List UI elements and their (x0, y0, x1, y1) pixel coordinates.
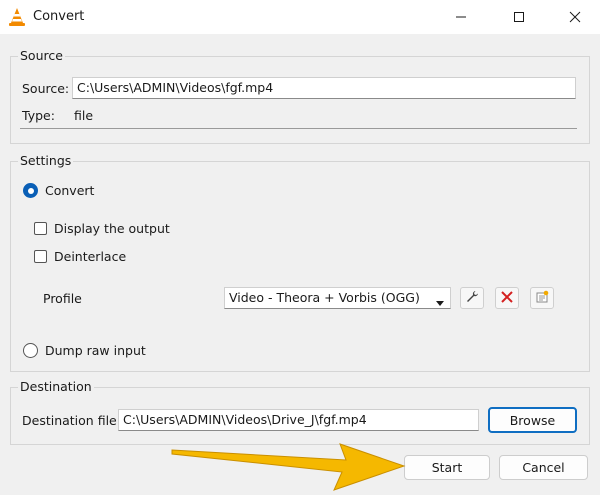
start-button[interactable]: Start (404, 455, 490, 480)
profile-select[interactable]: Video - Theora + Vorbis (OGG) (224, 287, 451, 309)
edit-profile-button[interactable] (460, 287, 484, 309)
maximize-icon (513, 11, 525, 23)
type-label: Type: (22, 108, 55, 123)
close-button[interactable] (552, 0, 598, 34)
delete-icon (500, 290, 514, 307)
annotation-arrow-icon (168, 438, 413, 492)
type-underline (20, 128, 577, 129)
dump-raw-label: Dump raw input (45, 343, 146, 358)
new-profile-button[interactable] (530, 287, 554, 309)
destination-file-field[interactable]: C:\Users\ADMIN\Videos\Drive_J\fgf.mp4 (118, 409, 479, 431)
source-group-label: Source (18, 48, 65, 63)
browse-button[interactable]: Browse (488, 407, 577, 433)
vlc-cone-icon (8, 7, 26, 27)
minimize-icon (455, 11, 467, 23)
display-output-label: Display the output (54, 221, 170, 236)
type-value: file (74, 108, 94, 123)
source-group (10, 56, 590, 144)
source-label: Source: (22, 81, 70, 96)
settings-group-label: Settings (18, 153, 74, 168)
destination-file-label: Destination file: (22, 413, 121, 428)
convert-radio[interactable] (23, 183, 38, 198)
wrench-icon (465, 290, 479, 307)
source-field[interactable]: C:\Users\ADMIN\Videos\fgf.mp4 (72, 77, 576, 99)
deinterlace-label: Deinterlace (54, 249, 127, 264)
delete-profile-button[interactable] (495, 287, 519, 309)
settings-group (10, 161, 590, 372)
cancel-button[interactable]: Cancel (499, 455, 588, 480)
chevron-down-icon (435, 295, 445, 308)
window-title: Convert (33, 9, 85, 24)
profile-label: Profile (43, 291, 82, 306)
destination-group-label: Destination (18, 379, 94, 394)
convert-label: Convert (45, 183, 95, 198)
display-output-checkbox[interactable] (34, 222, 47, 235)
close-icon (569, 11, 581, 23)
profile-select-value: Video - Theora + Vorbis (OGG) (229, 290, 420, 305)
deinterlace-checkbox[interactable] (34, 250, 47, 263)
new-profile-icon (535, 290, 549, 307)
maximize-button[interactable] (496, 0, 542, 34)
minimize-button[interactable] (438, 0, 484, 34)
dump-raw-radio[interactable] (23, 343, 38, 358)
